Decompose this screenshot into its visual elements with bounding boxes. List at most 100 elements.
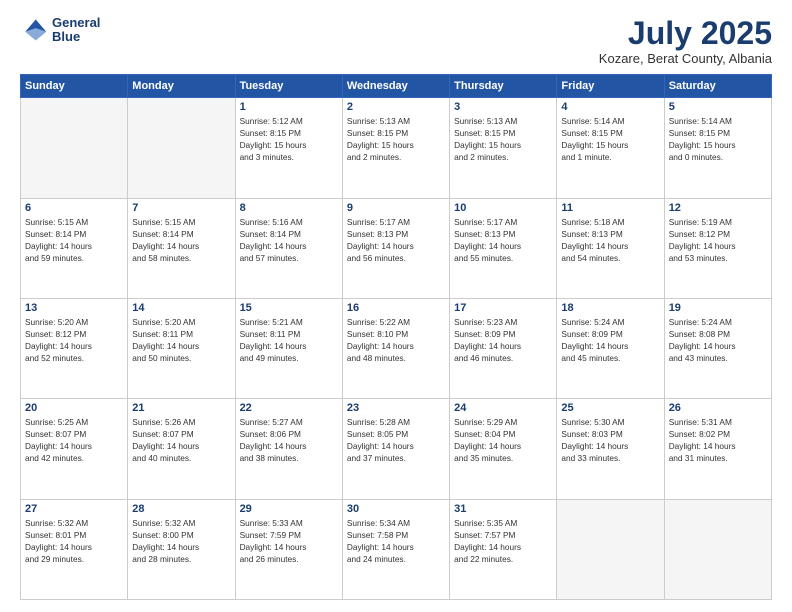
calendar-cell: 28 Sunrise: 5:32 AMSunset: 8:00 PMDayligh… xyxy=(128,499,235,599)
month-title: July 2025 xyxy=(599,16,772,51)
day-info: Sunrise: 5:21 AMSunset: 8:11 PMDaylight:… xyxy=(240,316,338,364)
calendar-cell: 24 Sunrise: 5:29 AMSunset: 8:04 PMDayligh… xyxy=(450,399,557,499)
calendar-cell: 2 Sunrise: 5:13 AMSunset: 8:15 PMDaylight… xyxy=(342,98,449,198)
day-info: Sunrise: 5:28 AMSunset: 8:05 PMDaylight:… xyxy=(347,416,445,464)
calendar-cell: 21 Sunrise: 5:26 AMSunset: 8:07 PMDayligh… xyxy=(128,399,235,499)
calendar-cell: 6 Sunrise: 5:15 AMSunset: 8:14 PMDaylight… xyxy=(21,198,128,298)
calendar-cell: 10 Sunrise: 5:17 AMSunset: 8:13 PMDayligh… xyxy=(450,198,557,298)
calendar-cell: 7 Sunrise: 5:15 AMSunset: 8:14 PMDaylight… xyxy=(128,198,235,298)
day-number: 24 xyxy=(454,402,552,414)
calendar-day-header: Tuesday xyxy=(235,75,342,98)
calendar-cell xyxy=(664,499,771,599)
calendar-cell: 3 Sunrise: 5:13 AMSunset: 8:15 PMDaylight… xyxy=(450,98,557,198)
calendar-day-header: Thursday xyxy=(450,75,557,98)
day-number: 25 xyxy=(561,402,659,414)
calendar-cell: 18Sunrise: 5:24 AMSunset: 8:09 PMDayligh… xyxy=(557,298,664,398)
day-info: Sunrise: 5:30 AMSunset: 8:03 PMDaylight:… xyxy=(561,416,659,464)
day-info: Sunrise: 5:32 AMSunset: 8:01 PMDaylight:… xyxy=(25,517,123,565)
day-number: 21 xyxy=(132,402,230,414)
calendar-cell: 13Sunrise: 5:20 AMSunset: 8:12 PMDayligh… xyxy=(21,298,128,398)
calendar-cell: 11 Sunrise: 5:18 AMSunset: 8:13 PMDayligh… xyxy=(557,198,664,298)
day-info: Sunrise: 5:15 AMSunset: 8:14 PMDaylight:… xyxy=(25,216,123,264)
calendar-cell: 14 Sunrise: 5:20 AMSunset: 8:11 PMDayligh… xyxy=(128,298,235,398)
calendar-cell: 12 Sunrise: 5:19 AMSunset: 8:12 PMDayligh… xyxy=(664,198,771,298)
day-info: Sunrise: 5:23 AMSunset: 8:09 PMDaylight:… xyxy=(454,316,552,364)
day-info: Sunrise: 5:24 AMSunset: 8:08 PMDaylight:… xyxy=(669,316,767,364)
day-number: 8 xyxy=(240,202,338,214)
day-info: Sunrise: 5:29 AMSunset: 8:04 PMDaylight:… xyxy=(454,416,552,464)
day-info: Sunrise: 5:31 AMSunset: 8:02 PMDaylight:… xyxy=(669,416,767,464)
day-info: Sunrise: 5:13 AMSunset: 8:15 PMDaylight:… xyxy=(454,115,552,163)
day-number: 20 xyxy=(25,402,123,414)
day-info: Sunrise: 5:20 AMSunset: 8:11 PMDaylight:… xyxy=(132,316,230,364)
day-number: 15 xyxy=(240,302,338,314)
logo: General Blue xyxy=(20,16,100,45)
day-info: Sunrise: 5:17 AMSunset: 8:13 PMDaylight:… xyxy=(454,216,552,264)
calendar-cell: 17 Sunrise: 5:23 AMSunset: 8:09 PMDayligh… xyxy=(450,298,557,398)
title-block: July 2025 Kozare, Berat County, Albania xyxy=(599,16,772,66)
day-info: Sunrise: 5:15 AMSunset: 8:14 PMDaylight:… xyxy=(132,216,230,264)
calendar-cell: 31Sunrise: 5:35 AMSunset: 7:57 PMDayligh… xyxy=(450,499,557,599)
day-number: 1 xyxy=(240,101,338,113)
calendar-cell: 29 Sunrise: 5:33 AMSunset: 7:59 PMDayligh… xyxy=(235,499,342,599)
day-info: Sunrise: 5:14 AMSunset: 8:15 PMDaylight:… xyxy=(669,115,767,163)
day-number: 11 xyxy=(561,202,659,214)
calendar-cell: 22 Sunrise: 5:27 AMSunset: 8:06 PMDayligh… xyxy=(235,399,342,499)
day-number: 16 xyxy=(347,302,445,314)
calendar-week-row: 20 Sunrise: 5:25 AMSunset: 8:07 PMDayligh… xyxy=(21,399,772,499)
calendar-day-header: Friday xyxy=(557,75,664,98)
day-info: Sunrise: 5:19 AMSunset: 8:12 PMDaylight:… xyxy=(669,216,767,264)
day-info: Sunrise: 5:22 AMSunset: 8:10 PMDaylight:… xyxy=(347,316,445,364)
day-number: 19 xyxy=(669,302,767,314)
day-info: Sunrise: 5:33 AMSunset: 7:59 PMDaylight:… xyxy=(240,517,338,565)
calendar-cell: 30Sunrise: 5:34 AMSunset: 7:58 PMDayligh… xyxy=(342,499,449,599)
calendar-day-header: Monday xyxy=(128,75,235,98)
calendar-cell: 19 Sunrise: 5:24 AMSunset: 8:08 PMDayligh… xyxy=(664,298,771,398)
calendar-cell xyxy=(21,98,128,198)
day-number: 17 xyxy=(454,302,552,314)
calendar-cell: 27Sunrise: 5:32 AMSunset: 8:01 PMDayligh… xyxy=(21,499,128,599)
calendar-cell xyxy=(128,98,235,198)
day-info: Sunrise: 5:12 AMSunset: 8:15 PMDaylight:… xyxy=(240,115,338,163)
calendar-cell: 1 Sunrise: 5:12 AMSunset: 8:15 PMDaylight… xyxy=(235,98,342,198)
day-info: Sunrise: 5:27 AMSunset: 8:06 PMDaylight:… xyxy=(240,416,338,464)
day-info: Sunrise: 5:18 AMSunset: 8:13 PMDaylight:… xyxy=(561,216,659,264)
calendar-cell: 4Sunrise: 5:14 AMSunset: 8:15 PMDaylight… xyxy=(557,98,664,198)
day-info: Sunrise: 5:34 AMSunset: 7:58 PMDaylight:… xyxy=(347,517,445,565)
calendar-week-row: 6 Sunrise: 5:15 AMSunset: 8:14 PMDaylight… xyxy=(21,198,772,298)
day-number: 23 xyxy=(347,402,445,414)
day-number: 12 xyxy=(669,202,767,214)
calendar-cell: 26Sunrise: 5:31 AMSunset: 8:02 PMDayligh… xyxy=(664,399,771,499)
calendar-cell: 9 Sunrise: 5:17 AMSunset: 8:13 PMDaylight… xyxy=(342,198,449,298)
calendar-day-header: Sunday xyxy=(21,75,128,98)
day-number: 3 xyxy=(454,101,552,113)
day-info: Sunrise: 5:13 AMSunset: 8:15 PMDaylight:… xyxy=(347,115,445,163)
calendar-cell: 20 Sunrise: 5:25 AMSunset: 8:07 PMDayligh… xyxy=(21,399,128,499)
calendar-cell: 15 Sunrise: 5:21 AMSunset: 8:11 PMDayligh… xyxy=(235,298,342,398)
day-info: Sunrise: 5:26 AMSunset: 8:07 PMDaylight:… xyxy=(132,416,230,464)
calendar-week-row: 13Sunrise: 5:20 AMSunset: 8:12 PMDayligh… xyxy=(21,298,772,398)
day-number: 6 xyxy=(25,202,123,214)
day-info: Sunrise: 5:17 AMSunset: 8:13 PMDaylight:… xyxy=(347,216,445,264)
day-number: 10 xyxy=(454,202,552,214)
day-info: Sunrise: 5:20 AMSunset: 8:12 PMDaylight:… xyxy=(25,316,123,364)
day-number: 2 xyxy=(347,101,445,113)
day-number: 9 xyxy=(347,202,445,214)
calendar-cell: 5Sunrise: 5:14 AMSunset: 8:15 PMDaylight… xyxy=(664,98,771,198)
day-number: 28 xyxy=(132,503,230,515)
day-number: 4 xyxy=(561,101,659,113)
day-info: Sunrise: 5:32 AMSunset: 8:00 PMDaylight:… xyxy=(132,517,230,565)
calendar-day-header: Saturday xyxy=(664,75,771,98)
day-number: 31 xyxy=(454,503,552,515)
calendar-cell: 23 Sunrise: 5:28 AMSunset: 8:05 PMDayligh… xyxy=(342,399,449,499)
calendar-cell: 8Sunrise: 5:16 AMSunset: 8:14 PMDaylight… xyxy=(235,198,342,298)
day-number: 7 xyxy=(132,202,230,214)
calendar-cell xyxy=(557,499,664,599)
calendar-cell: 16 Sunrise: 5:22 AMSunset: 8:10 PMDayligh… xyxy=(342,298,449,398)
day-info: Sunrise: 5:25 AMSunset: 8:07 PMDaylight:… xyxy=(25,416,123,464)
logo-text: General Blue xyxy=(52,16,100,45)
day-number: 14 xyxy=(132,302,230,314)
day-number: 22 xyxy=(240,402,338,414)
day-number: 29 xyxy=(240,503,338,515)
calendar-week-row: 27Sunrise: 5:32 AMSunset: 8:01 PMDayligh… xyxy=(21,499,772,599)
